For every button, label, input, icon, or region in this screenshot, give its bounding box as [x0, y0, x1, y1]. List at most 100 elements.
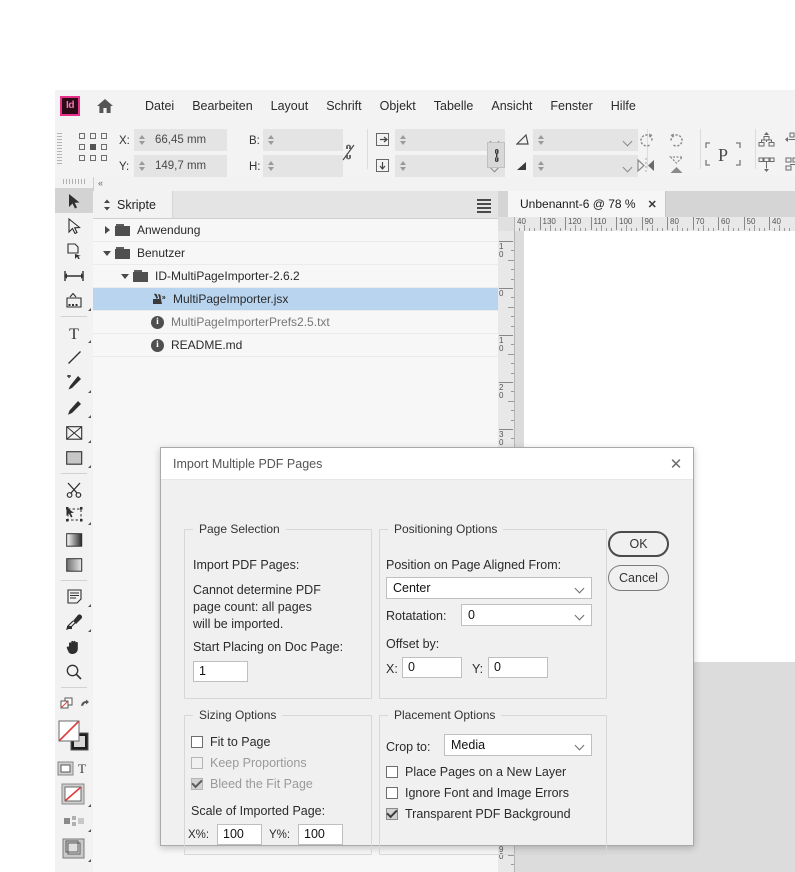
formatting-affects-container-icon[interactable]: T [55, 756, 93, 781]
x-input[interactable]: 66,45 mm [149, 129, 227, 151]
tab-skripte[interactable]: Skripte [93, 191, 173, 218]
distribute-right-icon[interactable] [783, 154, 795, 174]
menu-item-schrift[interactable]: Schrift [317, 97, 370, 115]
shear-input[interactable] [548, 129, 638, 151]
distribute-left-icon[interactable] [783, 129, 795, 149]
control-bar-grip[interactable] [57, 133, 62, 165]
menu-item-datei[interactable]: Datei [136, 97, 183, 115]
ignore-font-image-errors-row[interactable]: Ignore Font and Image Errors [386, 786, 569, 800]
distribute-bottom-icon[interactable] [755, 154, 777, 174]
offset-y-input[interactable]: 0 [488, 657, 548, 678]
reference-point-selector[interactable] [79, 133, 111, 165]
apply-none-icon[interactable] [55, 781, 93, 809]
distribute-top-icon[interactable] [755, 129, 777, 149]
scale-x-stepper[interactable] [395, 129, 410, 151]
script-tree-row[interactable]: MultiPageImporter.jsx [93, 288, 498, 311]
fit-to-page-checkbox[interactable] [191, 736, 203, 748]
eyedropper-tool[interactable] [55, 609, 93, 634]
default-fill-stroke-icon[interactable] [55, 691, 93, 716]
flip-horizontal-icon[interactable] [633, 154, 659, 176]
width-input[interactable] [278, 129, 343, 151]
height-stepper[interactable] [263, 155, 278, 177]
script-tree-row[interactable]: ID-MultiPageImporter-2.6.2 [93, 265, 498, 288]
rotate-counterclockwise-icon[interactable] [663, 129, 689, 151]
free-transform-tool[interactable] [55, 502, 93, 527]
pen-tool[interactable] [55, 370, 93, 395]
menu-item-ansicht[interactable]: Ansicht [482, 97, 541, 115]
constrain-proportions-broken-icon[interactable] [339, 143, 357, 161]
shear-stepper[interactable] [533, 129, 548, 151]
menu-item-fenster[interactable]: Fenster [541, 97, 601, 115]
scale-y-stepper[interactable] [395, 155, 410, 177]
direct-selection-tool[interactable] [55, 213, 93, 238]
panel-menu-icon[interactable] [477, 199, 491, 213]
close-icon[interactable]: ✕ [667, 455, 685, 473]
crop-to-select[interactable]: Media [444, 734, 592, 756]
script-tree-row[interactable]: Benutzer [93, 242, 498, 265]
close-document-icon[interactable]: ✕ [648, 198, 657, 211]
fill-stroke-swatch[interactable] [55, 716, 93, 756]
rotation-stepper[interactable] [533, 155, 548, 177]
page-tool[interactable] [55, 238, 93, 263]
script-tree-row[interactable]: i MultiPageImporterPrefs2.5.txt [93, 311, 498, 334]
x-stepper[interactable] [134, 129, 149, 151]
tools-panel-grip[interactable] [63, 179, 85, 184]
flip-vertical-icon[interactable] [663, 154, 689, 176]
menu-item-layout[interactable]: Layout [262, 97, 318, 115]
gradient-swatch-tool[interactable] [55, 527, 93, 552]
document-tab[interactable]: Unbenannt-6 @ 78 % ✕ [508, 191, 666, 217]
rotate-clockwise-icon[interactable] [633, 129, 659, 151]
width-stepper[interactable] [263, 129, 278, 151]
menu-items: Datei Bearbeiten Layout Schrift Objekt T… [136, 97, 645, 115]
menu-item-bearbeiten[interactable]: Bearbeiten [183, 97, 261, 115]
constrain-scale-link-button[interactable] [487, 142, 505, 168]
height-input[interactable] [278, 155, 343, 177]
rectangle-tool[interactable] [55, 445, 93, 470]
y-input[interactable]: 149,7 mm [149, 155, 227, 177]
menu-item-hilfe[interactable]: Hilfe [602, 97, 645, 115]
normal-view-mode-icon[interactable] [55, 809, 93, 834]
rotation-select[interactable]: 0 [461, 604, 592, 626]
place-pages-new-layer-checkbox[interactable] [386, 766, 398, 778]
scissors-tool[interactable] [55, 477, 93, 502]
pencil-tool[interactable] [55, 395, 93, 420]
menu-item-tabelle[interactable]: Tabelle [425, 97, 483, 115]
gap-tool[interactable] [55, 263, 93, 288]
fit-to-page-row[interactable]: Fit to Page [191, 735, 270, 749]
ok-button[interactable]: OK [608, 531, 669, 557]
content-collector-tool[interactable] [55, 288, 93, 313]
offset-x-input[interactable]: 0 [402, 657, 462, 678]
chevron-down-icon[interactable] [101, 247, 113, 259]
menu-item-objekt[interactable]: Objekt [371, 97, 425, 115]
cancel-button[interactable]: Cancel [608, 565, 669, 591]
screen-mode-icon[interactable] [55, 834, 93, 864]
collapse-panel-arrow-icon[interactable]: « [98, 178, 103, 188]
zoom-tool[interactable] [55, 659, 93, 684]
rotation-input[interactable] [548, 155, 638, 177]
start-placing-input[interactable]: 1 [193, 661, 248, 682]
script-tree-row[interactable]: Anwendung [93, 219, 498, 242]
home-icon[interactable] [92, 95, 118, 117]
ignore-font-image-errors-checkbox[interactable] [386, 787, 398, 799]
y-stepper[interactable] [134, 155, 149, 177]
line-tool[interactable] [55, 345, 93, 370]
chevron-down-icon[interactable] [119, 270, 131, 282]
place-pages-new-layer-row[interactable]: Place Pages on a New Layer [386, 765, 566, 779]
pdf-count-message-line2: page count: all pages [193, 600, 312, 614]
tab-skripte-label: Skripte [117, 197, 156, 212]
note-tool[interactable] [55, 584, 93, 609]
scale-x-input[interactable]: 100 [217, 824, 262, 845]
script-tree-row[interactable]: i README.md [93, 334, 498, 357]
horizontal-ruler[interactable]: 4013012011010090807060504030 [498, 217, 795, 232]
transparent-pdf-background-row[interactable]: Transparent PDF Background [386, 806, 571, 821]
transparent-pdf-background-checkbox[interactable] [386, 806, 398, 820]
type-tool[interactable]: T [55, 320, 93, 345]
position-aligned-from-select[interactable]: Center [386, 577, 592, 599]
ruler-origin-icon[interactable] [498, 217, 515, 231]
chevron-right-icon[interactable] [101, 224, 113, 236]
scale-y-input[interactable]: 100 [298, 824, 343, 845]
hand-tool[interactable] [55, 634, 93, 659]
selection-tool[interactable] [55, 188, 93, 213]
frame-tool[interactable] [55, 420, 93, 445]
gradient-feather-tool[interactable] [55, 552, 93, 577]
